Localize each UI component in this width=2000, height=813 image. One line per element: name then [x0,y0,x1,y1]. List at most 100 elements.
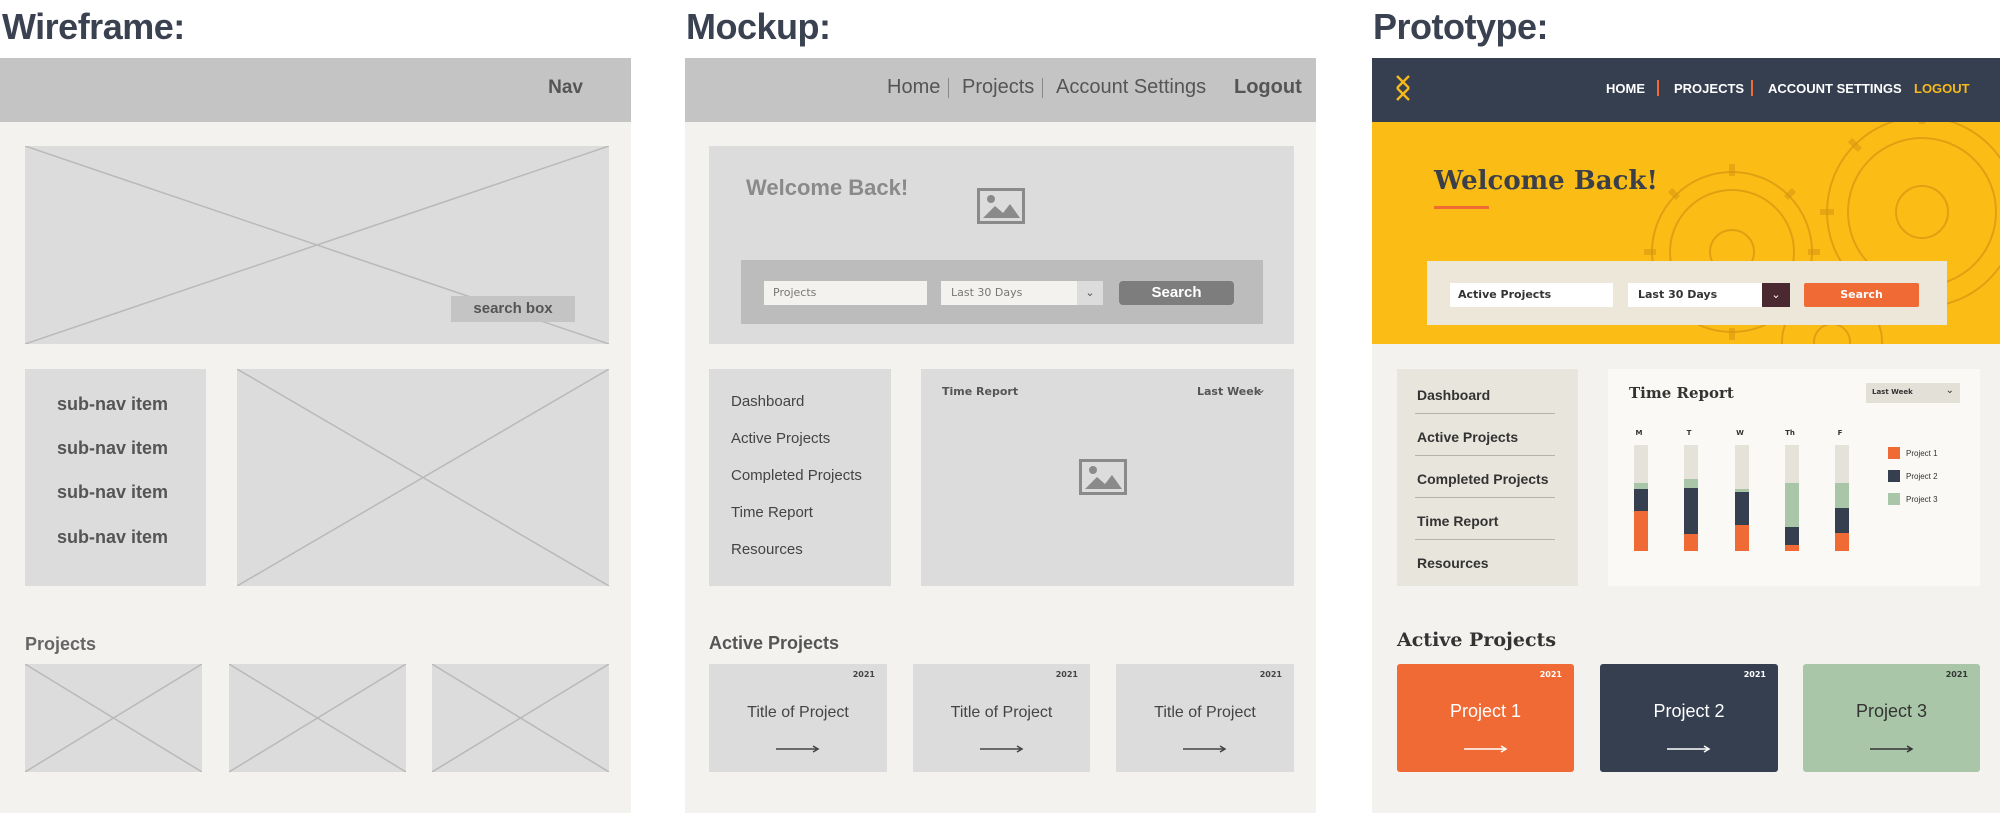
nav-projects-link[interactable]: PROJECTS [1674,81,1744,96]
bar-segment-project-2 [1785,527,1799,545]
project-card[interactable]: 2021 Project 3 [1803,664,1980,772]
legend-swatch-project-3 [1888,493,1900,505]
projects-input[interactable]: Active Projects [1450,283,1613,307]
day-label: W [1736,429,1744,437]
nav-logout-link[interactable]: Logout [1234,76,1302,99]
sidebar: Dashboard Active Projects Completed Proj… [709,369,891,586]
report-title: Time Report [1629,384,1734,402]
nav-account-link[interactable]: Account Settings [1056,76,1206,99]
projects-input[interactable]: Projects [764,281,927,305]
wireframe-title: Wireframe: [2,6,185,47]
arrow-right-icon [1183,745,1227,753]
prototype-title: Prototype: [1373,6,1549,47]
prototype-panel: HOME PROJECTS ACCOUNT SETTINGS LOGOUT We… [1372,58,2000,813]
report-range[interactable]: Last Week [1197,385,1261,398]
nav-account-link[interactable]: ACCOUNT SETTINGS [1768,81,1902,96]
day-label: M [1635,429,1643,437]
sidebar-item-active-projects[interactable]: Active Projects [1417,429,1518,445]
sidebar-divider [1415,455,1555,456]
section-title: Active Projects [1397,629,1557,651]
project-placeholder [229,664,406,772]
search-bar: Active Projects Last 30 Days ⌄ Search [1427,261,1947,325]
card-year: 2021 [1539,670,1562,679]
sidebar-item-completed-projects[interactable]: Completed Projects [731,467,862,484]
logo-icon[interactable] [1394,74,1412,102]
content-placeholder [237,369,609,586]
subnav-item[interactable]: sub-nav item [57,394,168,415]
range-select[interactable]: Last 30 Days ⌄ [941,281,1103,305]
sidebar-item-dashboard[interactable]: Dashboard [731,393,804,410]
mockup-title: Mockup: [686,6,831,47]
sidebar-item-resources[interactable]: Resources [731,541,803,558]
arrow-right-icon [1869,745,1913,753]
nav-home-link[interactable]: Home [887,76,940,99]
range-select-value: Last 30 Days [1638,288,1718,301]
sidebar-item-completed-projects[interactable]: Completed Projects [1417,471,1548,487]
project-placeholder [432,664,609,772]
title-underline [1434,206,1489,209]
sidebar-divider [1415,539,1555,540]
subnav-item[interactable]: sub-nav item [57,438,168,459]
nav-separator [1042,78,1043,98]
legend-label: Project 1 [1906,449,1938,458]
nav-label: Nav [548,77,583,98]
hero-banner: Welcome Back! Projects Last 30 Days ⌄ Se… [709,146,1294,344]
subnav-item[interactable]: sub-nav item [57,527,168,548]
legend-swatch-project-2 [1888,470,1900,482]
bar-segment-project-2 [1735,492,1749,525]
sidebar: Dashboard Active Projects Completed Proj… [1397,369,1578,586]
range-select-value: Last 30 Days [951,286,1023,299]
search-box-placeholder[interactable]: search box [451,296,575,322]
nav-home-link[interactable]: HOME [1606,81,1645,96]
arrow-right-icon [1667,745,1711,753]
bar-segment-project-3 [1835,483,1849,508]
wireframe-nav: Nav [0,58,631,122]
wireframe-panel: Nav search box sub-nav item sub-nav item… [0,58,631,813]
sidebar-item-resources[interactable]: Resources [1417,555,1489,571]
sidebar-item-time-report[interactable]: Time Report [731,504,813,521]
subnav-item[interactable]: sub-nav item [57,482,168,503]
report-range: Last Week [1872,388,1913,396]
arrow-right-icon [1463,745,1507,753]
project-card[interactable]: 2021 Title of Project [709,664,887,772]
search-button[interactable]: Search [1804,283,1919,307]
project-card[interactable]: 2021 Title of Project [913,664,1090,772]
range-select[interactable]: Last 30 Days ⌄ [1628,283,1790,307]
legend-label: Project 3 [1906,495,1938,504]
bar-m [1634,445,1648,551]
bar-segment-project-3 [1785,483,1799,527]
sidebar-item-time-report[interactable]: Time Report [1417,513,1498,529]
card-year: 2021 [1743,670,1766,679]
sidebar-divider [1415,497,1555,498]
bar-segment-empty [1785,445,1799,483]
bar-segment-project-2 [1634,489,1648,511]
chevron-down-icon[interactable]: ⌄ [1256,382,1266,396]
legend-label: Project 2 [1906,472,1938,481]
project-card[interactable]: 2021 Project 2 [1600,664,1778,772]
card-year: 2021 [1055,670,1078,679]
nav-separator [1751,80,1753,96]
nav-separator [948,78,949,98]
nav-projects-link[interactable]: Projects [962,76,1034,99]
project-card[interactable]: 2021 Title of Project [1116,664,1294,772]
time-report-panel: Time Report Last Week ⌄ M T W Th F Proje… [1608,369,1980,586]
report-title: Time Report [942,385,1019,398]
project-card[interactable]: 2021 Project 1 [1397,664,1574,772]
card-title: Title of Project [1154,704,1256,721]
chevron-down-icon[interactable]: ⌄ [1762,283,1790,307]
day-label: T [1686,429,1692,437]
card-title: Title of Project [747,704,849,721]
bar-th [1785,445,1799,551]
bar-segment-project-1 [1634,511,1648,551]
report-range-select[interactable]: Last Week ⌄ [1866,383,1960,403]
subnav-placeholder: sub-nav item sub-nav item sub-nav item s… [25,369,206,586]
projects-heading: Projects [25,634,97,654]
sidebar-item-active-projects[interactable]: Active Projects [731,430,830,447]
chevron-down-icon[interactable]: ⌄ [1077,281,1103,305]
bar-segment-empty [1835,445,1849,483]
search-button[interactable]: Search [1119,281,1234,305]
sidebar-item-dashboard[interactable]: Dashboard [1417,387,1490,403]
project-placeholder [25,664,202,772]
nav-logout-link[interactable]: LOGOUT [1914,81,1970,96]
card-year: 2021 [1259,670,1282,679]
